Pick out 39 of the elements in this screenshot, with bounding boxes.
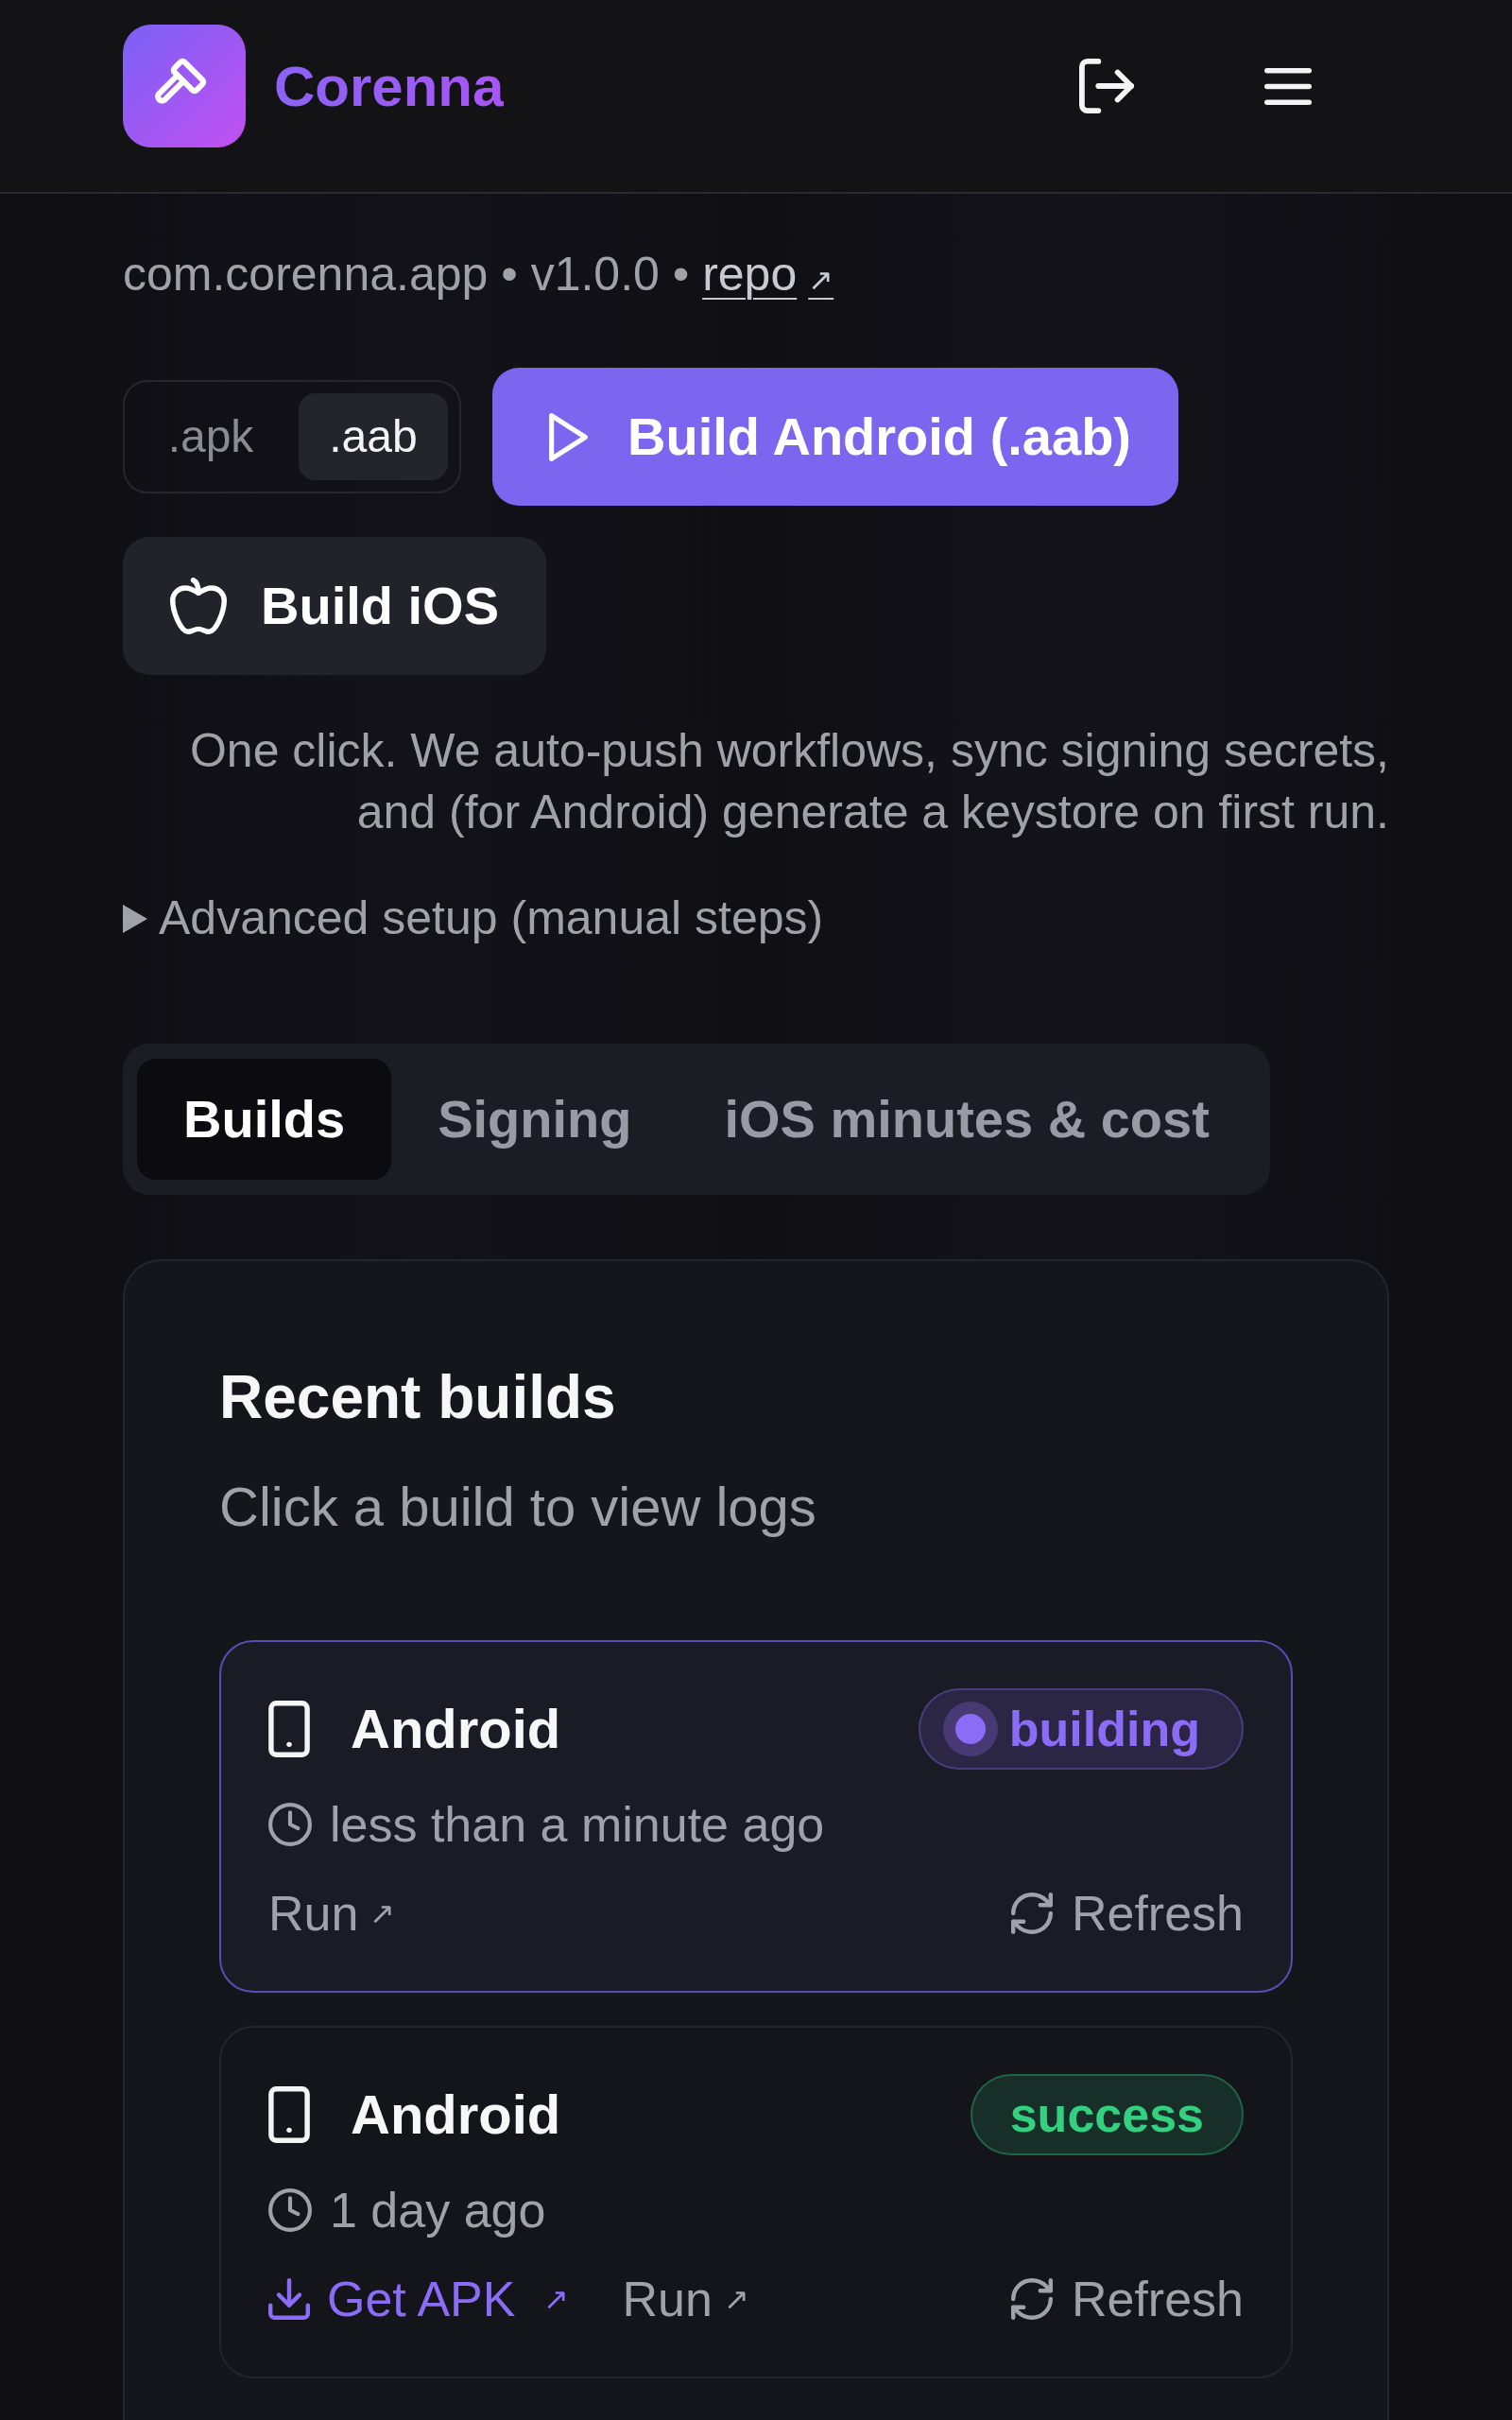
menu-icon[interactable] — [1264, 67, 1312, 105]
build-android-button[interactable]: Build Android (.aab) — [492, 368, 1178, 506]
hammer-icon[interactable] — [123, 25, 246, 147]
refresh-icon — [1010, 1893, 1053, 1934]
logout-icon[interactable] — [1079, 59, 1134, 113]
refresh-icon — [1010, 2278, 1053, 2320]
get-apk-link[interactable]: Get APK ↗ — [268, 2270, 570, 2328]
platform-name: Android — [351, 2083, 561, 2147]
tab[interactable]: iOS minutes & cost — [678, 1059, 1256, 1180]
status-label: success — [1009, 2086, 1204, 2144]
build-time: 1 day ago — [330, 2182, 546, 2239]
clock-icon — [268, 1803, 312, 1846]
app-meta: com.corenna.app • v1.0.0 • — [123, 248, 690, 301]
refresh-button[interactable]: Refresh — [1010, 2270, 1244, 2328]
refresh-button[interactable]: Refresh — [1010, 1884, 1244, 1943]
run-link[interactable]: Run ↗ — [622, 2270, 749, 2328]
status-dot-icon — [942, 1702, 998, 1756]
phone-icon — [268, 2086, 310, 2143]
apple-icon — [170, 578, 227, 634]
panel-subtitle: Click a build to view logs — [219, 1475, 817, 1539]
tab[interactable]: Signing — [391, 1059, 679, 1180]
clock-icon — [268, 2188, 312, 2232]
status-label: building — [1008, 1701, 1200, 1758]
format-option[interactable]: .apk — [136, 393, 285, 480]
advanced-setup-toggle[interactable]: Advanced setup (manual steps) — [123, 888, 824, 949]
build-time: less than a minute ago — [330, 1796, 825, 1854]
tab[interactable]: Builds — [137, 1059, 392, 1180]
repo-link[interactable]: repo ↗ — [702, 248, 834, 301]
note-text: One click. We auto-push workflows, sync signing secrets, and (for Android) generate a keystore on first run. — [188, 723, 1389, 840]
build-item[interactable]: Android building less than a minute ago Run ↗ Refresh — [219, 1640, 1293, 1993]
run-link[interactable]: Run ↗ — [268, 1884, 396, 1943]
phone-icon — [268, 1701, 310, 1757]
build-item[interactable]: Android success 1 day ago Get APK ↗ Run ↗ Refresh — [219, 2026, 1293, 2378]
play-icon — [549, 412, 588, 461]
platform-name: Android — [351, 1697, 561, 1761]
format-option[interactable]: .aab — [299, 393, 448, 480]
download-icon — [268, 2278, 310, 2320]
panel-title: Recent builds — [219, 1362, 617, 1433]
build-ios-button[interactable]: Build iOS — [123, 537, 546, 675]
